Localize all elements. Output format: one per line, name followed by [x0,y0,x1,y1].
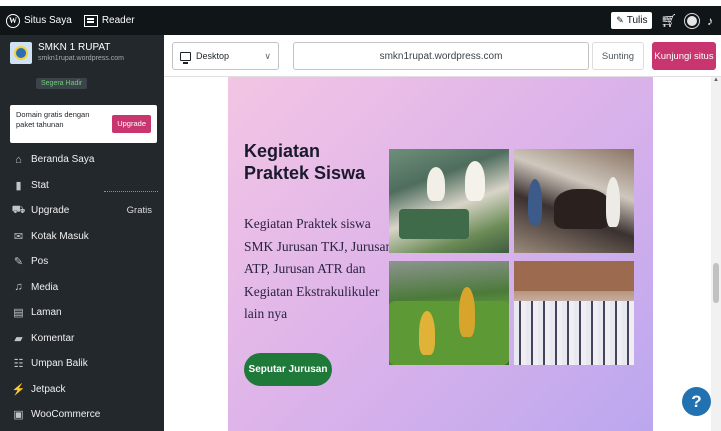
sidebar-item-woocommerce[interactable]: ▣ WooCommerce [0,402,164,428]
sidebar-item-media[interactable]: ♫ Media [0,275,164,301]
hero-section: Kegiatan Praktek Siswa Kegiatan Praktek … [228,77,653,431]
my-site-label: Situs Saya [24,15,72,26]
masterbar: W Situs Saya Reader ✎ Tulis 🛒︎ ♪ [0,6,721,35]
url-field[interactable]: smkn1rupat.wordpress.com [293,42,589,70]
sidebar-item-beranda-saya[interactable]: ⌂ Beranda Saya [0,147,164,173]
sidebar-item-label: Laman [31,307,62,319]
preview-scrollbar[interactable]: ▲ [711,77,721,431]
wordpress-logo-icon: W [6,13,20,28]
upgrade-button[interactable]: Upgrade [112,115,151,133]
sidebar-item-label: Kotak Masuk [31,230,89,242]
cta-button[interactable]: Seputar Jurusan [244,353,332,386]
sidebar-item-label: Jetpack [31,383,66,395]
edit-button[interactable]: Sunting [592,42,644,70]
pencil-icon: ✎ [616,15,624,25]
sidebar-item-pos[interactable]: ✎ Pos [0,249,164,275]
stats-sparkline [104,190,158,192]
reader-label: Reader [101,15,135,26]
scroll-thumb[interactable] [713,263,719,303]
site-url: smkn1rupat.wordpress.com [38,55,124,62]
photo-student-assembly [514,261,634,365]
mail-icon: ✉ [13,230,24,243]
device-label: Desktop [196,51,230,61]
sidebar-item-kotak-masuk[interactable]: ✉ Kotak Masuk [0,224,164,250]
sidebar-item-upgrade[interactable]: ⛟ Upgrade Gratis [0,198,164,224]
visit-site-button[interactable]: Kunjungi situs [652,42,716,70]
sidebar-item-label: WooCommerce [31,409,101,421]
sidebar-item-stat[interactable]: ▮ Stat [0,173,164,199]
feedback-icon: ☷ [13,358,24,371]
write-label: Tulis [626,15,648,26]
my-site-link[interactable]: W Situs Saya [0,6,78,35]
scroll-up-arrow-icon[interactable]: ▲ [713,77,719,83]
media-icon: ♫ [14,281,23,294]
sidebar-item-label: Media [31,281,59,293]
sidebar: SMKN 1 RUPAT smkn1rupat.wordpress.com Se… [0,35,164,431]
site-logo-icon [10,42,32,64]
preview-toolbar: Desktop ∨ smkn1rupat.wordpress.com Sunti… [164,35,721,77]
site-name: SMKN 1 RUPAT [38,42,111,53]
sidebar-item-jetpack[interactable]: ⚡ Jetpack [0,377,164,403]
comment-icon: ▰ [14,332,23,345]
sidebar-item-label: Upgrade [31,205,70,217]
masterbar-right: ✎ Tulis 🛒︎ ♪ [611,12,721,29]
coming-soon-badge: Segera Hadir [36,78,88,89]
home-icon: ⌂ [15,153,22,166]
site-card[interactable]: SMKN 1 RUPAT smkn1rupat.wordpress.com [0,35,164,71]
sidebar-item-komentar[interactable]: ▰ Komentar [0,326,164,352]
sidebar-item-label: Stat [31,179,49,191]
cart-icon[interactable]: 🛒︎ [660,13,677,29]
pin-icon: ✎ [13,256,24,269]
cart-icon: ⛟ [11,203,26,216]
stats-icon: ▮ [15,179,22,192]
reader-link[interactable]: Reader [78,6,141,35]
photo-computer-lab [389,149,509,253]
monitor-icon [180,51,191,64]
photo-plant-nursery [389,261,509,365]
jetpack-icon: ⚡ [11,383,26,396]
free-badge: Gratis [126,205,152,217]
sidebar-item-laman[interactable]: ▤ Laman [0,300,164,326]
avatar[interactable] [684,12,700,29]
woo-icon: ▣ [13,409,24,422]
photo-livestock-practice [514,149,634,253]
sidebar-item-umpan-balik[interactable]: ☷ Umpan Balik [0,351,164,377]
reader-icon [83,14,98,27]
upsell-text: Domain gratis dengan paket tahunan [16,110,90,129]
hero-body: Kegiatan Praktek siswa SMK Jurusan TKJ, … [244,216,393,321]
sidebar-item-label: Komentar [31,332,75,344]
hero-title: Kegiatan Praktek Siswa [244,141,366,183]
help-button[interactable]: ? [682,387,711,416]
sidebar-item-label: Umpan Balik [31,358,88,370]
notifications-bell-icon[interactable]: ♪ [707,14,713,28]
sidebar-item-label: Pos [31,256,49,268]
site-preview: Kegiatan Praktek Siswa Kegiatan Praktek … [164,77,721,431]
upsell-card: Domain gratis dengan paket tahunan Upgra… [10,105,157,143]
device-select[interactable]: Desktop ∨ [172,42,279,70]
chevron-down-icon: ∨ [264,50,271,61]
app-window: W Situs Saya Reader ✎ Tulis 🛒︎ ♪ SMKN 1 … [0,0,721,431]
sidebar-item-label: Beranda Saya [31,154,95,166]
page-icon: ▤ [13,307,24,320]
write-button[interactable]: ✎ Tulis [611,12,653,29]
sidebar-menu: ⌂ Beranda Saya ▮ Stat ⛟ Upgrade Gratis ✉… [0,147,164,428]
